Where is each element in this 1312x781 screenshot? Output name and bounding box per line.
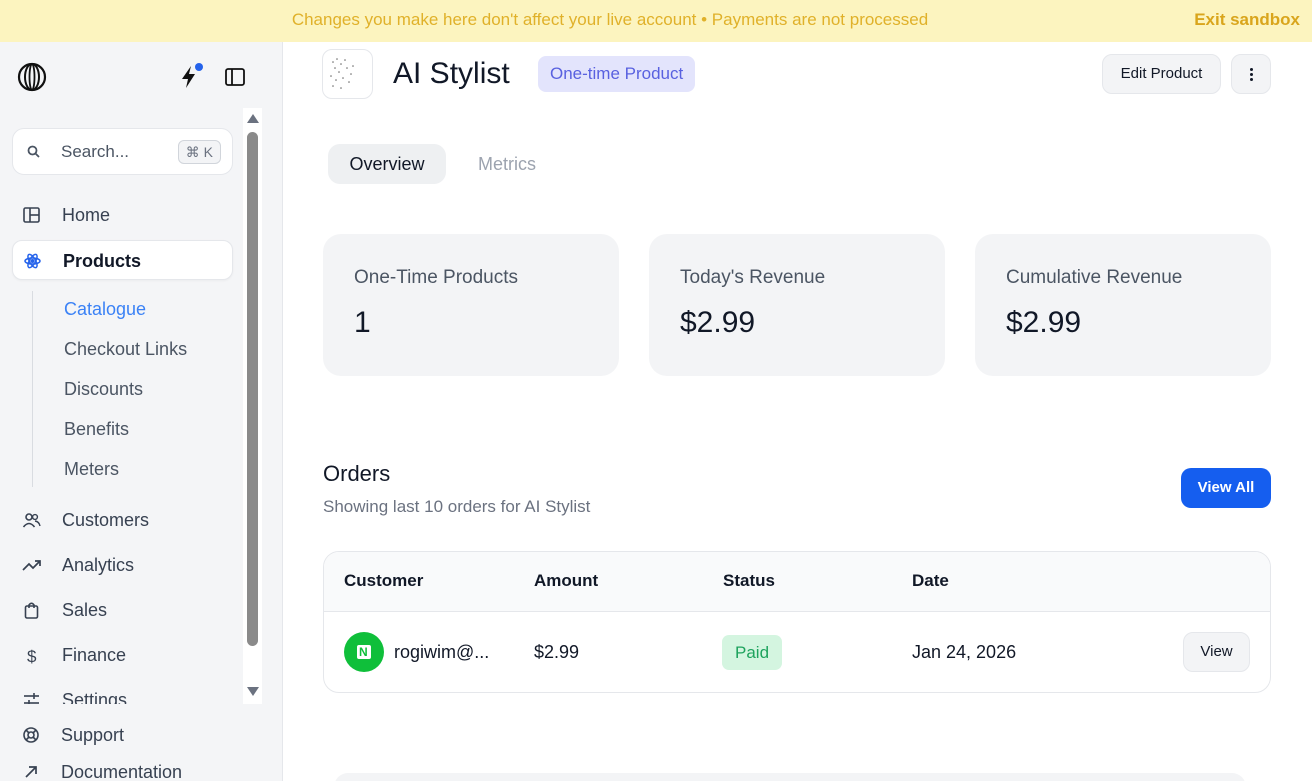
sidebar: Search... ⌘ K Home Products Catalogue Ch…	[0, 42, 283, 781]
search-placeholder: Search...	[61, 142, 130, 161]
sidebar-item-sales[interactable]: Sales	[12, 590, 233, 630]
sidebar-item-label: Products	[63, 251, 142, 271]
sidebar-item-label: Home	[62, 205, 111, 225]
status-badge: Paid	[722, 635, 783, 670]
column-header: Customer	[344, 571, 424, 590]
subnav-divider	[32, 291, 33, 487]
logo-icon[interactable]	[17, 62, 47, 92]
more-dot	[1250, 78, 1253, 81]
exit-sandbox-link[interactable]: Exit sandbox	[1194, 0, 1300, 42]
edit-product-button[interactable]: Edit Product	[1102, 54, 1221, 94]
stat-card-products: One-Time Products 1	[323, 234, 619, 376]
sidebar-item-finance[interactable]: $ Finance	[12, 635, 233, 675]
main-content: AI Stylist One-time Product Edit Product…	[284, 42, 1312, 781]
stat-label: Cumulative Revenue	[1006, 267, 1183, 288]
lifebuoy-icon	[23, 727, 39, 743]
stat-label: Today's Revenue	[680, 267, 826, 288]
sidebar-toggle-icon[interactable]	[225, 68, 245, 86]
customer-email: rogiwim@...	[394, 642, 490, 662]
sidebar-item-analytics[interactable]: Analytics	[12, 545, 233, 585]
search-input[interactable]: Search... ⌘ K	[12, 128, 233, 175]
view-all-button[interactable]: View All	[1181, 468, 1271, 508]
dollar-icon: $	[27, 647, 37, 664]
page-title: AI Stylist	[393, 57, 510, 90]
sidebar-item-products[interactable]: Products	[12, 240, 233, 280]
column-header: Date	[912, 571, 949, 590]
subnav-item-discounts[interactable]: Discounts	[64, 377, 143, 401]
view-order-button[interactable]: View	[1183, 632, 1250, 672]
table-header: Customer Amount Status Date	[324, 552, 1270, 612]
sidebar-item-label: Sales	[62, 600, 108, 620]
users-icon	[22, 513, 41, 528]
sidebar-item-label: Finance	[62, 645, 127, 665]
column-header: Amount	[534, 571, 599, 590]
stat-card-today-revenue: Today's Revenue $2.99	[649, 234, 945, 376]
notification-dot	[195, 63, 203, 71]
avatar-letter: N	[359, 645, 368, 659]
product-thumbnail	[322, 49, 373, 99]
orders-table: Customer Amount Status Date N rogiwim@..…	[323, 551, 1271, 693]
nav-scroll-area[interactable]: Search... ⌘ K Home Products Catalogue Ch…	[0, 108, 262, 704]
sidebar-item-label: Support	[61, 725, 125, 745]
tab-overview[interactable]: Overview	[328, 144, 446, 184]
stat-label: One-Time Products	[354, 267, 519, 288]
orders-subtitle: Showing last 10 orders for AI Stylist	[323, 497, 591, 516]
search-icon	[27, 145, 40, 158]
more-dot	[1250, 68, 1253, 71]
sandbox-banner: Changes you make here don't affect your …	[0, 0, 1312, 42]
sidebar-item-home[interactable]: Home	[12, 195, 233, 235]
arrow-up-right-icon	[25, 766, 37, 778]
trending-up-icon	[22, 560, 41, 571]
svg-text:$: $	[27, 647, 37, 664]
subnav-item-catalogue[interactable]: Catalogue	[64, 297, 146, 321]
box-icon	[24, 253, 41, 269]
scrollbar-thumb[interactable]	[247, 132, 258, 646]
sidebar-item-support[interactable]: Support	[12, 717, 233, 753]
sidebar-item-documentation[interactable]: Documentation	[12, 754, 233, 781]
sidebar-item-label: Analytics	[62, 555, 135, 575]
product-type-badge: One-time Product	[538, 56, 696, 92]
orders-title: Orders	[323, 461, 391, 486]
order-date: Jan 24, 2026	[912, 642, 1017, 662]
shopping-bag-icon	[24, 602, 39, 619]
stat-card-cumulative-revenue: Cumulative Revenue $2.99	[975, 234, 1271, 376]
subnav-item-meters[interactable]: Meters	[64, 457, 119, 481]
stat-value: $2.99	[1006, 306, 1082, 339]
scroll-up-arrow-icon[interactable]	[247, 114, 259, 123]
sidebar-item-label: Documentation	[61, 762, 183, 781]
order-amount: $2.99	[534, 642, 580, 662]
more-options-button[interactable]	[1231, 54, 1271, 94]
stat-value: 1	[354, 306, 371, 339]
layout-icon	[23, 207, 40, 223]
subnav-item-benefits[interactable]: Benefits	[64, 417, 129, 441]
sidebar-item-customers[interactable]: Customers	[12, 500, 233, 540]
more-dot	[1250, 73, 1253, 76]
avatar: N	[344, 632, 384, 672]
subnav-item-checkout-links[interactable]: Checkout Links	[64, 337, 187, 361]
sliders-icon	[24, 693, 39, 704]
table-row[interactable]: N rogiwim@... $2.99 Paid Jan 24, 2026 Vi…	[324, 612, 1270, 692]
sidebar-item-label: Customers	[62, 510, 150, 530]
scroll-down-arrow-icon[interactable]	[247, 687, 259, 696]
column-header: Status	[723, 571, 775, 590]
tab-metrics[interactable]: Metrics	[462, 144, 552, 184]
sandbox-message: Changes you make here don't affect your …	[291, 10, 929, 29]
sidebar-item-settings[interactable]: Settings	[12, 680, 233, 704]
search-shortcut: ⌘ K	[177, 140, 221, 164]
product-image-icon	[330, 58, 354, 89]
next-section-card	[334, 773, 1246, 781]
sidebar-item-label: Settings	[62, 690, 128, 704]
stat-value: $2.99	[680, 306, 756, 339]
